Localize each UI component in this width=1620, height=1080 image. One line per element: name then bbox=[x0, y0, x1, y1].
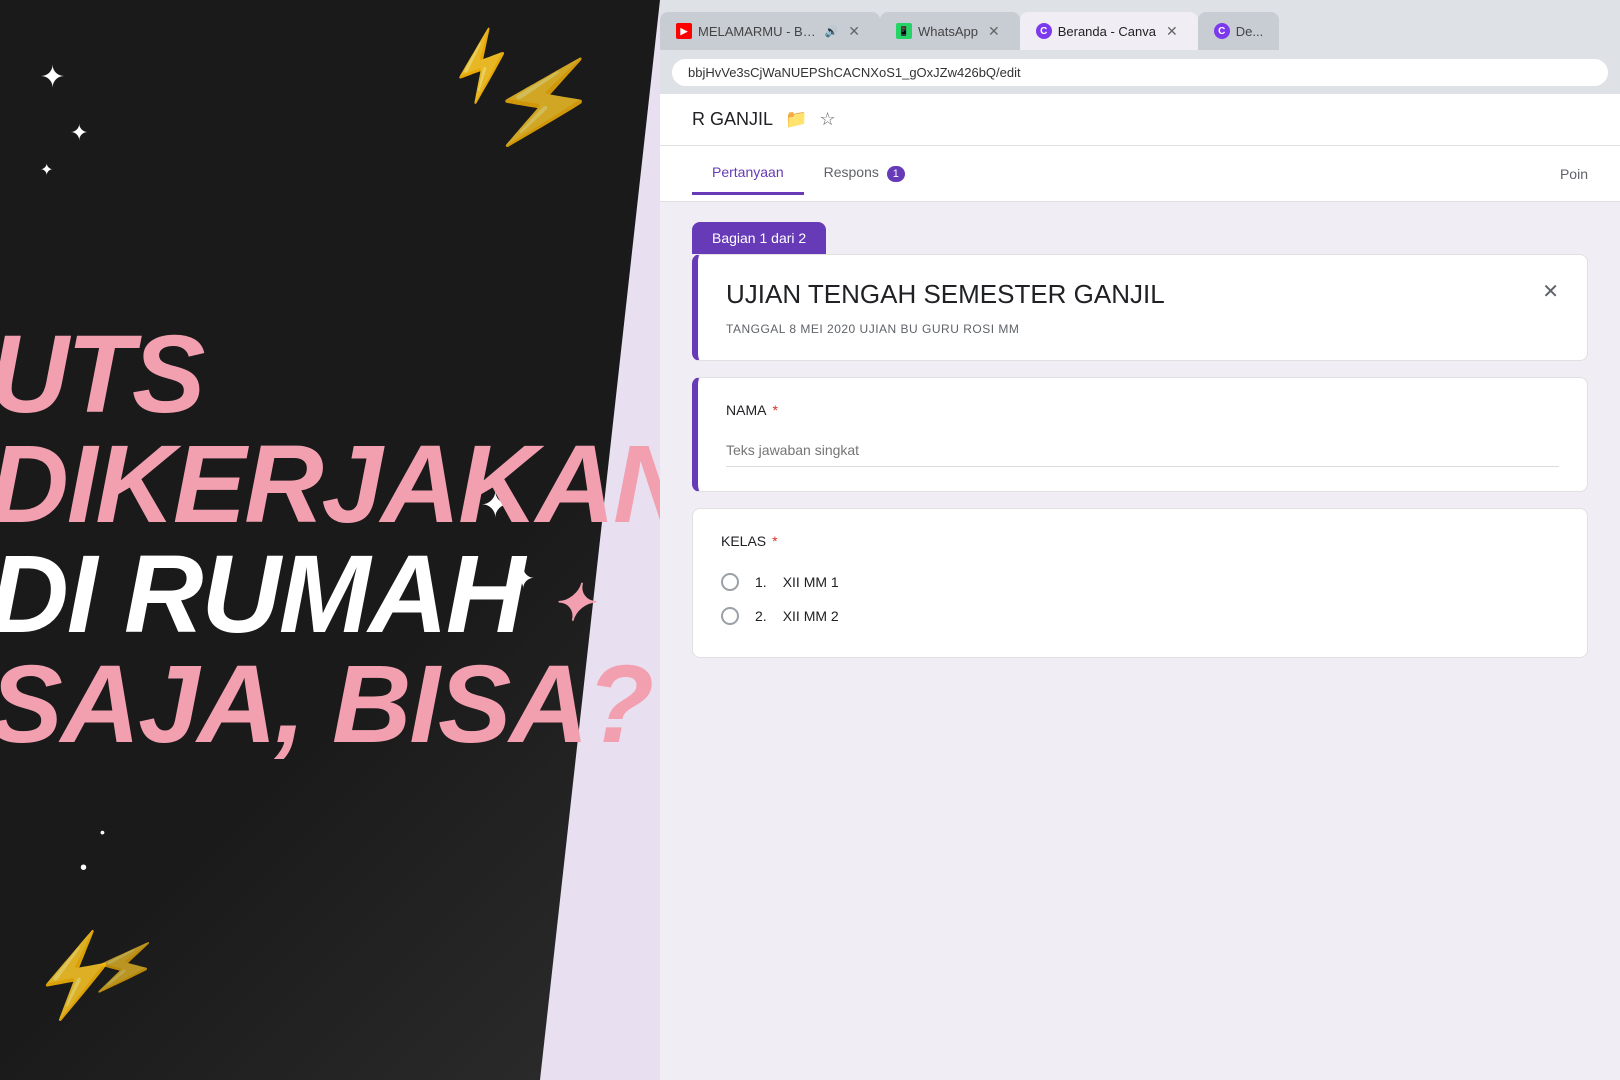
title-card: UJIAN TENGAH SEMESTER GANJIL ✕ TANGGAL 8… bbox=[692, 254, 1588, 361]
address-bar-row: bbjHvVe3sCjWaNUEPShCACNXoS1_gOxJZw426bQ/… bbox=[660, 50, 1620, 94]
section-tab[interactable]: Bagian 1 dari 2 bbox=[692, 222, 826, 254]
kelas-option-2-text: XII MM 2 bbox=[783, 608, 839, 624]
points-tab[interactable]: Poin bbox=[1560, 166, 1588, 182]
section-area: Bagian 1 dari 2 bbox=[660, 202, 1620, 254]
star-icon[interactable]: ☆ bbox=[819, 109, 835, 130]
kelas-option-1-text: XII MM 1 bbox=[783, 574, 839, 590]
nama-question-label: NAMA * bbox=[726, 402, 1559, 418]
tab-canva[interactable]: C Beranda - Canva ✕ bbox=[1020, 12, 1198, 50]
tab-whatsapp[interactable]: 📱 WhatsApp ✕ bbox=[880, 12, 1020, 50]
star-deco-top2: ✦ bbox=[40, 160, 53, 180]
tab-youtube-label: MELAMARMU - BA... bbox=[698, 24, 819, 39]
text-line-3: DI RUMAH ✦ bbox=[0, 540, 660, 650]
kelas-option-2[interactable]: 2. XII MM 2 bbox=[721, 599, 1559, 633]
folder-icon[interactable]: 📁 bbox=[785, 109, 807, 130]
radio-circle-2 bbox=[721, 607, 739, 625]
tab-pertanyaan[interactable]: Pertanyaan bbox=[692, 152, 804, 195]
question-card-nama: NAMA * bbox=[692, 377, 1588, 492]
tab-whatsapp-label: WhatsApp bbox=[918, 24, 978, 39]
address-bar[interactable]: bbjHvVe3sCjWaNUEPShCACNXoS1_gOxJZw426bQ/… bbox=[672, 59, 1608, 86]
diamond-deco-tl: ✦ bbox=[40, 60, 65, 95]
whatsapp-favicon: 📱 bbox=[896, 23, 912, 39]
points-label: Poin bbox=[1560, 166, 1588, 182]
forms-header-bar: Pertanyaan Respons 1 Poin bbox=[660, 146, 1620, 202]
tab-pertanyaan-label: Pertanyaan bbox=[712, 164, 784, 180]
kelas-question-label: KELAS * bbox=[721, 533, 1559, 549]
nama-answer-input[interactable] bbox=[726, 434, 1559, 467]
form-subtitle: TANGGAL 8 MEI 2020 UJIAN BU GURU ROSI MM bbox=[726, 322, 1559, 336]
star-deco-top: ✦ bbox=[70, 120, 88, 146]
radio-circle-1 bbox=[721, 573, 739, 591]
dot-deco-bl2: • bbox=[100, 824, 105, 840]
nama-label-text: NAMA bbox=[726, 402, 766, 418]
youtube-favicon: ▶ bbox=[676, 23, 692, 39]
forms-container: R GANJIL 📁 ☆ Pertanyaan Respons 1 Poin B… bbox=[660, 94, 1620, 1080]
left-panel: ✦ ✦ ✦ ⚡ ⚡ ✦ ✦ ⚡ ⚡ • • UTS DIKERJAKAN DI … bbox=[0, 0, 660, 1080]
tab-youtube-mute-icon[interactable]: 🔊 bbox=[825, 25, 839, 38]
tab-youtube-close[interactable]: ✕ bbox=[844, 22, 864, 40]
tab-canva-close[interactable]: ✕ bbox=[1162, 22, 1182, 40]
browser-chrome: ▶ MELAMARMU - BA... 🔊 ✕ 📱 WhatsApp ✕ C B… bbox=[660, 0, 1620, 94]
form-card-title-row: UJIAN TENGAH SEMESTER GANJIL ✕ bbox=[726, 279, 1559, 310]
tab-youtube[interactable]: ▶ MELAMARMU - BA... 🔊 ✕ bbox=[660, 12, 880, 50]
form-main-title: UJIAN TENGAH SEMESTER GANJIL bbox=[726, 279, 1165, 310]
forms-title-bar: R GANJIL 📁 ☆ bbox=[660, 94, 1620, 146]
tab-whatsapp-close[interactable]: ✕ bbox=[984, 22, 1004, 40]
kelas-option-1[interactable]: 1. XII MM 1 bbox=[721, 565, 1559, 599]
address-url: bbjHvVe3sCjWaNUEPShCACNXoS1_gOxJZw426bQ/… bbox=[688, 65, 1021, 80]
tab-nav: Pertanyaan Respons 1 bbox=[692, 152, 925, 195]
question-card-kelas: KELAS * 1. XII MM 1 2. XII MM 2 bbox=[692, 508, 1588, 658]
kelas-label-text: KELAS bbox=[721, 533, 766, 549]
kelas-option-2-num: 2. bbox=[755, 608, 767, 624]
tab-de-label: De... bbox=[1236, 24, 1263, 39]
tab-bar: ▶ MELAMARMU - BA... 🔊 ✕ 📱 WhatsApp ✕ C B… bbox=[660, 0, 1620, 50]
close-icon[interactable]: ✕ bbox=[1542, 279, 1559, 304]
tab-respons[interactable]: Respons 1 bbox=[804, 152, 925, 195]
de-favicon: C bbox=[1214, 23, 1230, 39]
lightning-deco-tr2: ⚡ bbox=[480, 41, 609, 164]
tab-canva-label: Beranda - Canva bbox=[1058, 24, 1156, 39]
main-text-block: UTS DIKERJAKAN DI RUMAH ✦ SAJA, BISA? bbox=[0, 280, 660, 800]
forms-title: R GANJIL bbox=[692, 109, 773, 130]
tab-de[interactable]: C De... bbox=[1198, 12, 1279, 50]
nama-required-star: * bbox=[772, 402, 777, 418]
text-line-4: SAJA, BISA? bbox=[0, 650, 660, 760]
respons-badge: 1 bbox=[887, 166, 905, 182]
kelas-required-star: * bbox=[772, 533, 777, 549]
text-line-1: UTS bbox=[0, 320, 660, 430]
text-line-2: DIKERJAKAN bbox=[0, 430, 660, 540]
canva-favicon: C bbox=[1036, 23, 1052, 39]
kelas-option-1-num: 1. bbox=[755, 574, 767, 590]
dot-deco-bl: • bbox=[80, 857, 87, 880]
tab-respons-label: Respons bbox=[824, 164, 879, 180]
right-panel: ▶ MELAMARMU - BA... 🔊 ✕ 📱 WhatsApp ✕ C B… bbox=[660, 0, 1620, 1080]
